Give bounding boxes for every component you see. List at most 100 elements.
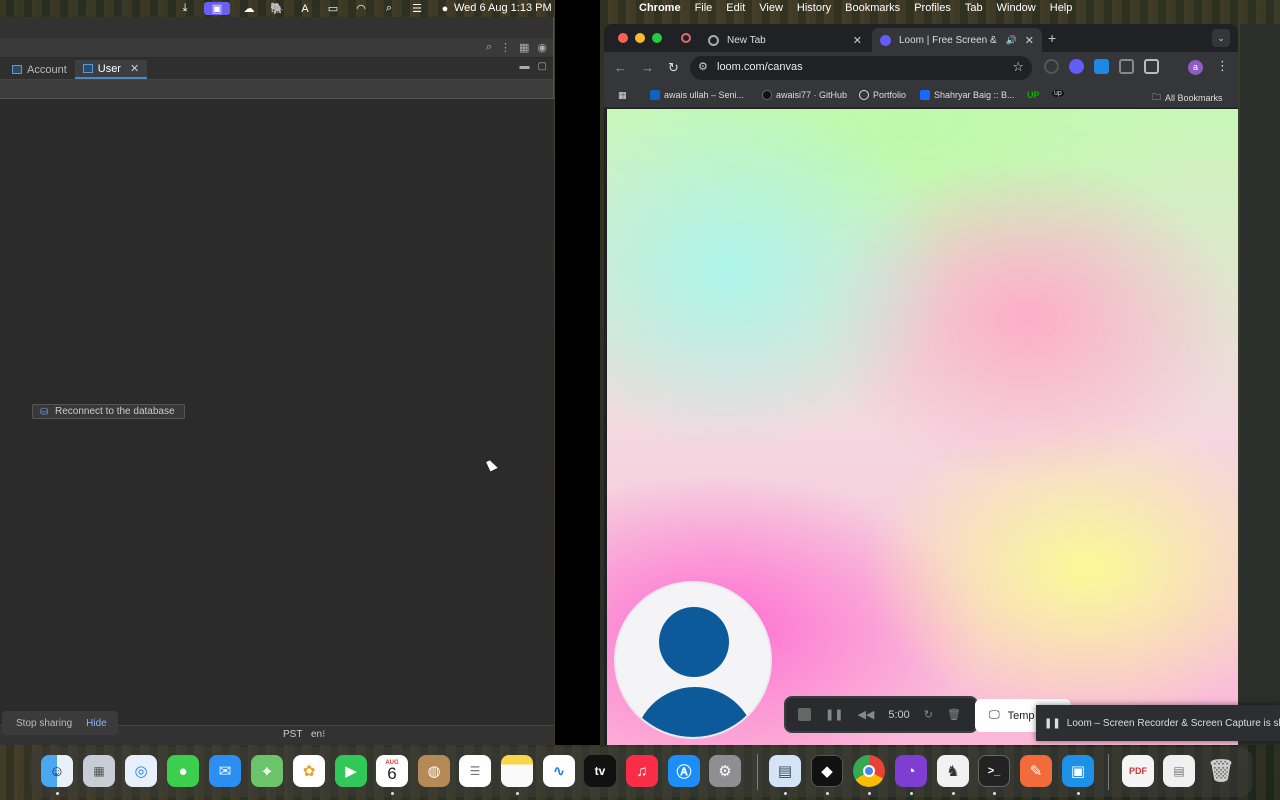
pdf-doc-icon[interactable]: PDF — [1122, 755, 1154, 787]
notes-icon[interactable] — [501, 755, 533, 787]
menu-profiles[interactable]: Profiles — [914, 2, 951, 14]
stop-icon[interactable] — [798, 708, 811, 721]
all-bookmarks-folder[interactable]: 🗀 All Bookmarks — [1152, 90, 1223, 106]
maximize-icon[interactable]: ▢ — [538, 61, 547, 72]
elephant-icon[interactable]: 🐘 — [268, 2, 286, 15]
upwork-bookmark[interactable]: UP — [1027, 90, 1040, 100]
chrome-icon[interactable] — [853, 755, 885, 787]
keyboard-input-icon[interactable]: A — [296, 2, 314, 15]
address-bar[interactable]: ⚙ loom.com/canvas ☆ — [690, 56, 1032, 80]
forward-icon[interactable]: → — [641, 60, 654, 76]
play-extension-icon[interactable] — [1094, 59, 1109, 74]
profile-avatar[interactable]: a — [1188, 60, 1203, 75]
docker-icon[interactable]: ▣ — [1062, 755, 1094, 787]
pause-small-icon[interactable]: ❚❚ — [1044, 718, 1061, 729]
more-icon[interactable]: ⋮ — [500, 41, 511, 54]
minimize-icon[interactable]: ▬ — [520, 61, 530, 72]
rewind-icon[interactable]: ◀◀ — [857, 708, 874, 721]
stop-sharing-button[interactable]: Stop sharing — [16, 718, 72, 729]
camera-bubble[interactable] — [614, 581, 772, 739]
extensions-puzzle-icon[interactable] — [1144, 59, 1159, 74]
postman-icon[interactable]: ✎ — [1020, 755, 1052, 787]
loom-extension-icon[interactable] — [1069, 59, 1084, 74]
launchpad-icon[interactable]: ▦ — [83, 755, 115, 787]
safari-icon[interactable]: ◎ — [125, 755, 157, 787]
search-icon[interactable]: ⌕ — [486, 41, 492, 54]
delete-icon[interactable]: 🗑 — [947, 708, 961, 721]
upwork-icon-bookmark[interactable]: up — [1052, 90, 1064, 97]
download-icon[interactable]: ⤓ — [176, 2, 194, 15]
bookmark-item[interactable]: awaisi77 · GitHub — [762, 90, 847, 100]
music-icon[interactable]: ♫ — [626, 755, 658, 787]
bookmark-item[interactable]: Shahryar Baig :: B... — [920, 90, 1015, 100]
terminal-icon[interactable]: >_ — [978, 755, 1010, 787]
system-settings-icon[interactable]: ⚙ — [709, 755, 741, 787]
tab-new-tab[interactable]: New Tab ✕ — [700, 28, 870, 52]
app-store-icon[interactable]: Ⓐ — [668, 755, 700, 787]
bookmark-star-icon[interactable]: ☆ — [1012, 59, 1024, 75]
maps-icon[interactable]: ⌖ — [251, 755, 283, 787]
control-center-icon[interactable]: ☰ — [408, 2, 426, 15]
apps-grid-icon[interactable]: ▦ — [618, 90, 627, 101]
tab-account[interactable]: Account — [4, 60, 75, 79]
siri-icon[interactable]: ● — [436, 2, 454, 15]
avatar-icon[interactable]: ◉ — [537, 41, 547, 54]
language-indicator[interactable]: en⁝ — [311, 729, 325, 740]
audio-icon[interactable]: 🔊 — [1006, 35, 1017, 46]
spotlight-icon[interactable]: ⌕ — [380, 2, 398, 15]
menu-edit[interactable]: Edit — [726, 2, 745, 14]
facetime-icon[interactable]: ▶ — [335, 755, 367, 787]
menu-chrome[interactable]: Chrome — [639, 2, 681, 14]
menu-view[interactable]: View — [759, 2, 783, 14]
bookmark-item[interactable]: Portfolio — [859, 90, 906, 100]
close-tab-icon[interactable]: ✕ — [1025, 34, 1034, 47]
reminders-icon[interactable]: ☰ — [459, 755, 491, 787]
close-window-button[interactable] — [618, 33, 628, 43]
apple-tv-icon[interactable]: tv — [584, 755, 616, 787]
messages-icon[interactable]: ● — [167, 755, 199, 787]
eclipse-icon[interactable]: ♞ — [937, 755, 969, 787]
freeform-icon[interactable]: ∿ — [543, 755, 575, 787]
mail-icon[interactable]: ✉ — [209, 755, 241, 787]
close-tab-icon[interactable]: ✕ — [853, 34, 862, 47]
menu-help[interactable]: Help — [1050, 2, 1073, 14]
contacts-icon[interactable]: ◍ — [418, 755, 450, 787]
tab-loom[interactable]: Loom | Free Screen & Vid 🔊 ✕ — [872, 28, 1042, 52]
minimize-window-button[interactable] — [635, 33, 645, 43]
chrome-menu-icon[interactable]: ⋮ — [1216, 58, 1229, 74]
back-icon[interactable]: ← — [614, 60, 627, 76]
tab-search-icon[interactable]: ⌄ — [1212, 29, 1230, 47]
trash-icon[interactable]: 🗑 — [1205, 755, 1237, 787]
tab-user[interactable]: User ✕ — [74, 60, 148, 79]
menubar-clock[interactable]: Wed 6 Aug 1:13 PM — [454, 2, 552, 14]
layout-icon[interactable]: ▦ — [519, 41, 529, 54]
preview-icon[interactable]: ▤ — [769, 755, 801, 787]
reader-extension-icon[interactable] — [1119, 59, 1134, 74]
menu-history[interactable]: History — [797, 2, 831, 14]
zoom-window-button[interactable] — [652, 33, 662, 43]
site-info-icon[interactable]: ⚙ — [698, 60, 708, 73]
screen-share-icon[interactable]: ▣ — [204, 2, 230, 15]
finder-icon[interactable]: ☺ — [41, 755, 73, 787]
photos-icon[interactable]: ✿ — [293, 755, 325, 787]
cloud-icon[interactable]: ☁ — [240, 2, 258, 15]
hide-button[interactable]: Hide — [86, 718, 107, 729]
timezone-indicator[interactable]: PST — [283, 729, 302, 740]
close-tab-icon[interactable]: ✕ — [130, 62, 139, 75]
unity-icon[interactable]: ◆ — [811, 755, 843, 787]
menu-window[interactable]: Window — [997, 2, 1036, 14]
document-icon[interactable]: ▤ — [1163, 755, 1195, 787]
pause-icon[interactable]: ❚❚ — [825, 708, 843, 721]
reconnect-button[interactable]: ⛁ Reconnect to the database — [32, 404, 185, 419]
new-tab-button[interactable]: + — [1048, 30, 1056, 46]
battery-icon[interactable]: ▭ — [324, 2, 342, 15]
bookmark-item[interactable]: awais ullah – Seni... — [650, 90, 744, 100]
menu-file[interactable]: File — [695, 2, 713, 14]
wifi-icon[interactable]: ◠ — [352, 2, 370, 15]
github-desktop-icon[interactable]: ◔ — [895, 755, 927, 787]
menu-bookmarks[interactable]: Bookmarks — [845, 2, 900, 14]
reload-icon[interactable]: ↻ — [668, 60, 679, 76]
extension-sync-icon[interactable] — [1044, 59, 1059, 74]
menu-tab[interactable]: Tab — [965, 2, 983, 14]
restart-icon[interactable]: ↻ — [924, 708, 933, 721]
